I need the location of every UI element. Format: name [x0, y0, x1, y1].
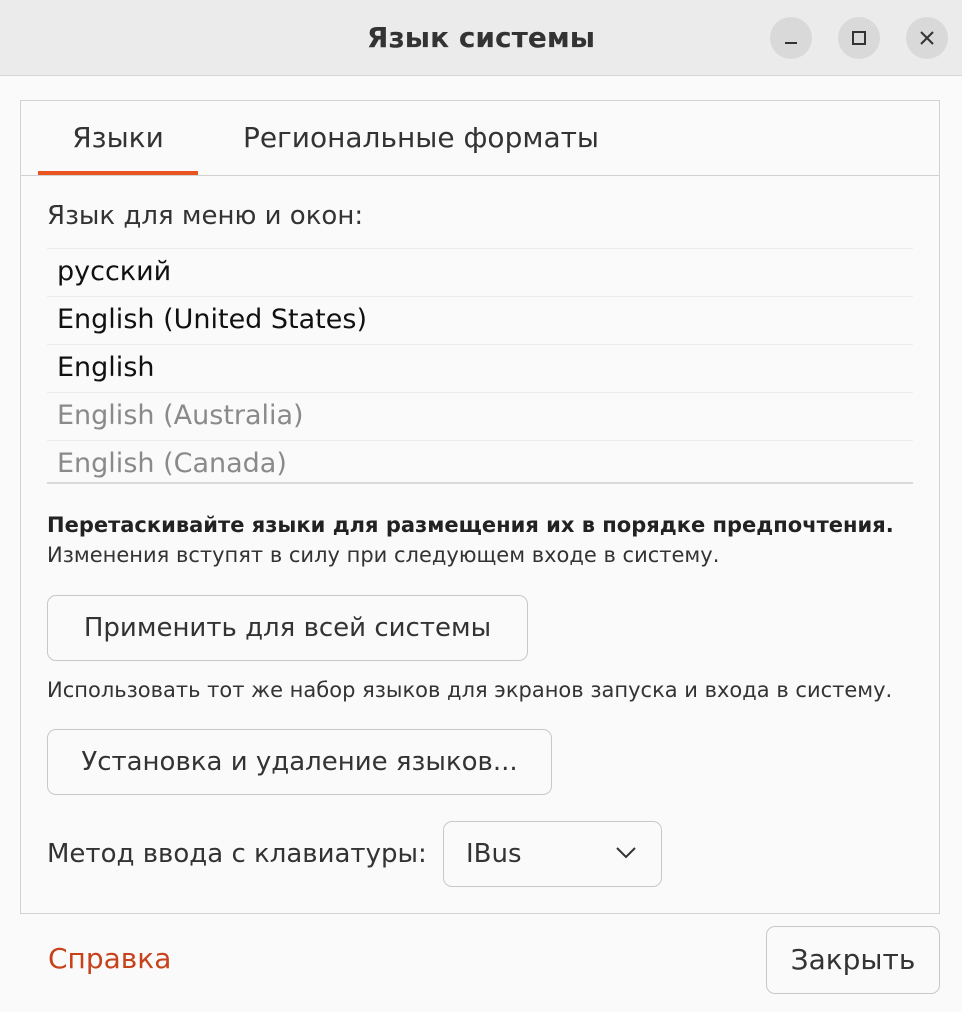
tab-bar: Языки Региональные форматы	[21, 101, 939, 176]
notebook: Языки Региональные форматы Язык для меню…	[20, 100, 940, 914]
minimize-button[interactable]	[770, 17, 812, 59]
help-link[interactable]: Справка	[48, 942, 171, 975]
minimize-icon	[785, 42, 797, 44]
list-item[interactable]: русский	[47, 249, 913, 297]
drag-hint: Перетаскивайте языки для размещения их в…	[47, 513, 894, 537]
tab-regional-formats[interactable]: Региональные форматы	[235, 101, 607, 175]
close-button[interactable]: Закрыть	[766, 926, 940, 994]
languages-section-label: Язык для меню и окон:	[47, 201, 364, 231]
window-title: Язык системы	[366, 21, 596, 54]
maximize-icon	[852, 31, 866, 45]
close-window-button[interactable]	[906, 17, 948, 59]
active-tab-indicator	[38, 171, 198, 175]
input-method-value: IBus	[466, 839, 522, 869]
input-method-label: Метод ввода с клавиатуры:	[47, 839, 427, 869]
title-bar: Язык системы	[0, 0, 962, 76]
language-support-window: Язык системы Языки Региональные форматы …	[0, 0, 962, 1012]
maximize-button[interactable]	[838, 17, 880, 59]
install-remove-languages-button[interactable]: Установка и удаление языков...	[47, 729, 552, 795]
chevron-down-icon	[616, 847, 636, 859]
list-item[interactable]: English (Canada)	[47, 441, 913, 482]
apply-description: Использовать тот же набор языков для экр…	[47, 678, 893, 702]
apply-system-wide-button[interactable]: Применить для всей системы	[47, 595, 528, 661]
close-icon	[920, 31, 934, 45]
input-method-select[interactable]: IBus	[443, 821, 662, 887]
tab-languages[interactable]: Языки	[38, 101, 198, 175]
list-item[interactable]: English (Australia)	[47, 393, 913, 441]
relogin-hint: Изменения вступят в силу при следующем в…	[47, 543, 720, 567]
language-list[interactable]: русский English (United States) English …	[47, 248, 913, 484]
list-item[interactable]: English	[47, 345, 913, 393]
list-item[interactable]: English (United States)	[47, 297, 913, 345]
